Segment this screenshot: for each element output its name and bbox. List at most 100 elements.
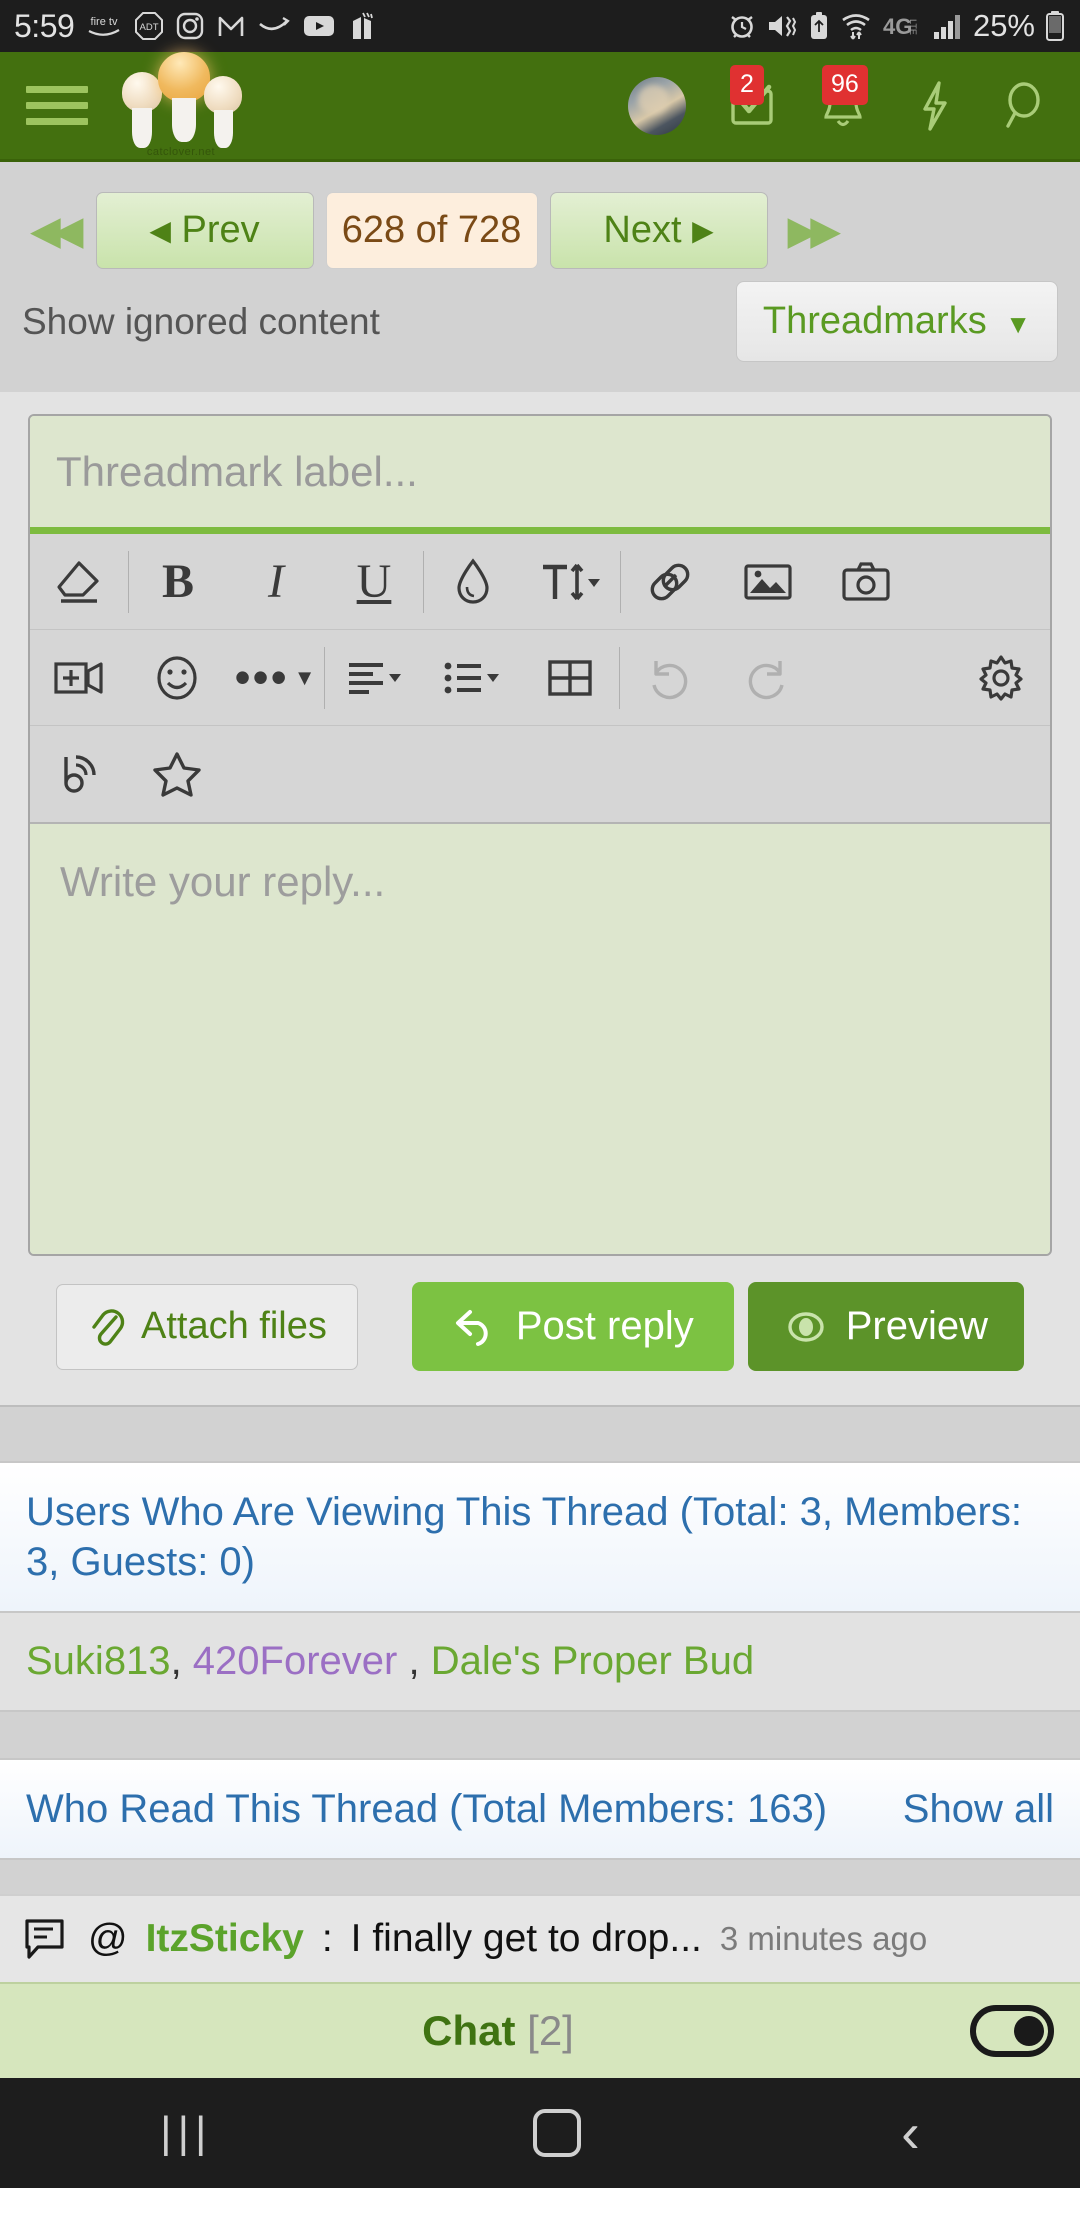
chat-username[interactable]: ItzSticky bbox=[146, 1917, 304, 1961]
emoji-icon[interactable] bbox=[128, 630, 226, 726]
reply-input[interactable]: Write your reply... bbox=[30, 824, 1050, 1254]
editor-toolbar: B I U ••• ▼ bbox=[30, 534, 1050, 824]
post-reply-button[interactable]: Post reply bbox=[411, 1282, 734, 1371]
camera-icon[interactable] bbox=[817, 534, 915, 630]
table-icon[interactable] bbox=[521, 630, 619, 726]
bold-icon[interactable]: B bbox=[129, 534, 227, 630]
home-button[interactable] bbox=[532, 2109, 581, 2157]
italic-icon[interactable]: I bbox=[227, 534, 325, 630]
toolbar-row-3 bbox=[30, 726, 1050, 822]
whats-new-button[interactable] bbox=[908, 79, 962, 133]
chat-latest-message[interactable]: @ ItzSticky: I finally get to drop... 3 … bbox=[0, 1894, 1080, 1982]
link-icon[interactable] bbox=[621, 534, 719, 630]
prev-caret-icon: ◀ bbox=[149, 215, 171, 246]
attach-files-button[interactable]: Attach files bbox=[56, 1283, 358, 1370]
prev-page-button[interactable]: ◀ Prev bbox=[95, 192, 314, 269]
alarm-icon bbox=[727, 11, 757, 41]
pagination-bar: ◀◀ ◀ Prev 628 of 728 Next ▶ ▶▶ bbox=[0, 162, 1080, 277]
alerts-button[interactable]: 96 bbox=[816, 64, 870, 133]
toolbar-row-1: B I U bbox=[30, 534, 1050, 630]
show-ignored-content-link[interactable]: Show ignored content bbox=[22, 301, 380, 343]
threadmark-label-input[interactable]: Threadmark label... bbox=[30, 416, 1050, 534]
chat-count: [2] bbox=[527, 2007, 574, 2054]
firetv-icon: fire tv bbox=[85, 11, 123, 41]
section-gap bbox=[0, 1405, 1080, 1461]
current-page-indicator[interactable]: 628 of 728 bbox=[325, 192, 538, 269]
youtube-icon bbox=[302, 11, 336, 41]
chevron-down-icon: ▼ bbox=[293, 664, 316, 690]
android-nav-bar: ||| ‹ bbox=[0, 2078, 1080, 2188]
preview-button[interactable]: Preview bbox=[747, 1282, 1024, 1371]
svg-text:ADT: ADT bbox=[140, 22, 159, 33]
site-logo-text: catclover.net bbox=[146, 145, 216, 158]
viewers-heading[interactable]: Users Who Are Viewing This Thread (Total… bbox=[0, 1461, 1080, 1613]
viewer-name[interactable]: Dale's Proper Bud bbox=[431, 1639, 754, 1683]
first-page-button[interactable]: ◀◀ bbox=[22, 211, 84, 251]
list-icon[interactable] bbox=[423, 630, 521, 726]
mushroom-center-icon bbox=[158, 51, 210, 142]
more-options-icon[interactable]: ••• ▼ bbox=[226, 630, 324, 726]
star-icon[interactable] bbox=[128, 726, 226, 822]
status-bar-right: 4G LTE 25% bbox=[727, 8, 1066, 44]
app-icon bbox=[347, 11, 377, 41]
image-icon[interactable] bbox=[719, 534, 817, 630]
recents-button[interactable]: ||| bbox=[160, 2108, 212, 2158]
adt-icon: ADT bbox=[134, 11, 164, 41]
attach-files-label: Attach files bbox=[141, 1305, 327, 1347]
search-icon bbox=[1006, 81, 1040, 128]
reply-arrow-icon bbox=[455, 1309, 488, 1346]
settings-icon[interactable] bbox=[952, 630, 1050, 726]
viewer-name[interactable]: 420Forever bbox=[193, 1639, 398, 1683]
section-gap bbox=[0, 1860, 1080, 1894]
signal-bars-icon bbox=[932, 11, 962, 41]
status-bar: 5:59 fire tv ADT 4G LTE 25% bbox=[0, 0, 1080, 52]
readers-heading[interactable]: Who Read This Thread (Total Members: 163… bbox=[26, 1784, 827, 1834]
battery-percent: 25% bbox=[972, 8, 1035, 43]
underline-icon[interactable]: U bbox=[325, 534, 423, 630]
eraser-icon[interactable] bbox=[30, 534, 128, 630]
chat-toggle[interactable] bbox=[970, 2005, 1054, 2057]
text-color-icon[interactable] bbox=[424, 534, 522, 630]
site-logo[interactable]: catclover.net bbox=[116, 51, 246, 158]
mushroom-left-icon bbox=[122, 71, 162, 148]
post-reply-label: Post reply bbox=[515, 1304, 694, 1348]
amazon-icon bbox=[257, 11, 291, 41]
avatar[interactable] bbox=[628, 76, 686, 135]
inbox-badge: 2 bbox=[730, 64, 764, 105]
next-page-label: Next bbox=[603, 209, 682, 251]
mushroom-right-icon bbox=[204, 75, 242, 148]
toolbar-row-2: ••• ▼ bbox=[30, 630, 1050, 726]
chat-timestamp: 3 minutes ago bbox=[719, 1920, 928, 1957]
vibrate-icon bbox=[766, 11, 798, 41]
separator: , bbox=[170, 1639, 193, 1683]
separator: , bbox=[397, 1639, 431, 1683]
show-all-link[interactable]: Show all bbox=[903, 1784, 1054, 1834]
threadmarks-button[interactable]: Threadmarks ▼ bbox=[735, 281, 1058, 362]
battery-saver-icon bbox=[807, 11, 831, 41]
editor-actions: Attach files Post reply Preview bbox=[28, 1256, 1052, 1405]
next-caret-icon: ▶ bbox=[692, 215, 714, 246]
undo-icon[interactable] bbox=[620, 630, 718, 726]
back-button[interactable]: ‹ bbox=[901, 2105, 920, 2161]
threadmarks-label: Threadmarks bbox=[762, 300, 987, 342]
chat-bar[interactable]: Chat [2] bbox=[0, 1982, 1080, 2078]
app-header: catclover.net 2 96 bbox=[0, 51, 1080, 162]
section-gap bbox=[0, 1712, 1080, 1758]
search-button[interactable] bbox=[1000, 79, 1054, 133]
more-dots-icon: ••• bbox=[234, 650, 289, 703]
menu-icon[interactable] bbox=[18, 86, 88, 125]
video-icon[interactable] bbox=[30, 630, 128, 726]
font-size-icon[interactable] bbox=[522, 534, 620, 630]
4glte-icon: 4G LTE bbox=[881, 11, 923, 41]
viewer-name[interactable]: Suki813 bbox=[26, 1639, 171, 1683]
redo-icon[interactable] bbox=[718, 630, 816, 726]
last-page-button[interactable]: ▶▶ bbox=[780, 211, 842, 251]
align-icon[interactable] bbox=[325, 630, 423, 726]
paperclip-icon bbox=[92, 1308, 125, 1346]
inbox-button[interactable]: 2 bbox=[724, 64, 778, 133]
header-actions: 2 96 bbox=[628, 64, 1062, 135]
battery-icon bbox=[1044, 11, 1066, 41]
next-page-button[interactable]: Next ▶ bbox=[549, 192, 768, 269]
bbcode-icon[interactable] bbox=[30, 726, 128, 822]
alerts-badge: 96 bbox=[822, 64, 868, 105]
